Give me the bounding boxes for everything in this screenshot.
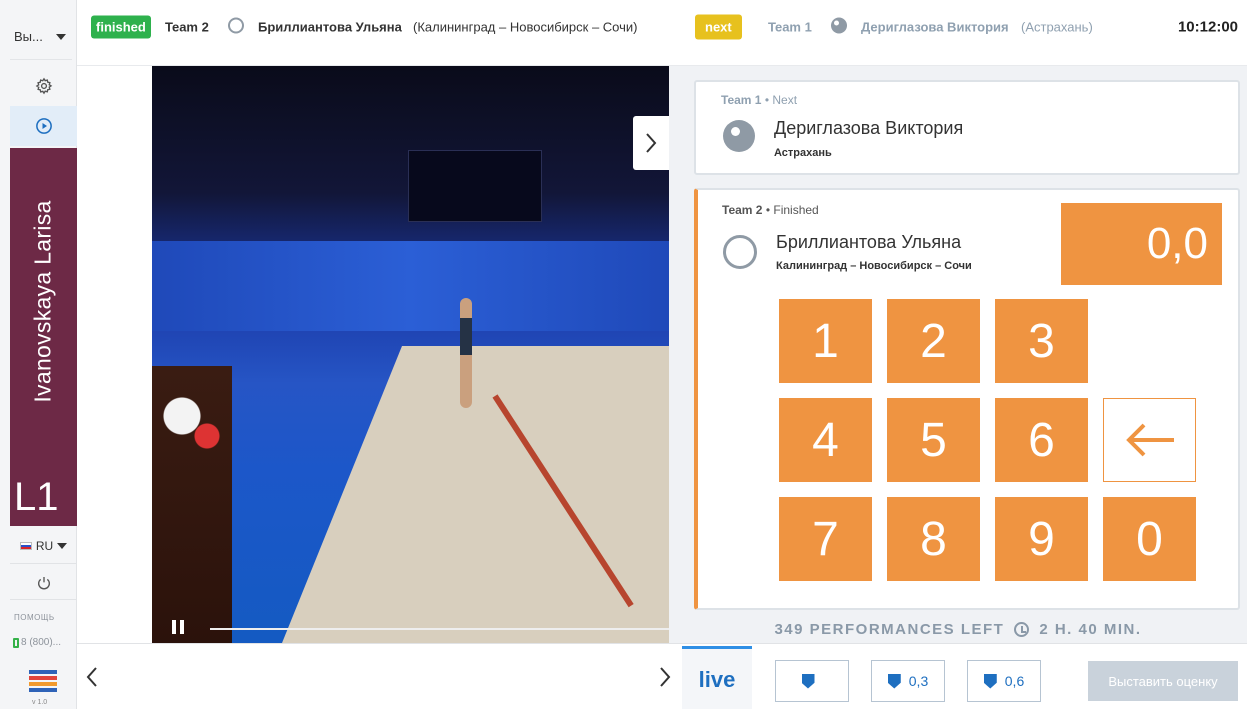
- hoop-icon: [723, 235, 757, 269]
- bottom-toolbar: live 0,3 0,6 Выставить оценку: [77, 643, 1247, 709]
- phone-icon: [13, 637, 19, 648]
- keypad-key-0[interactable]: 0: [1103, 497, 1196, 581]
- penalty-label: 0,6: [1004, 673, 1025, 689]
- video-controls: [152, 613, 669, 643]
- keypad-key-4[interactable]: 4: [779, 398, 872, 482]
- score-display: 0,0: [1061, 203, 1222, 285]
- settings-button[interactable]: [10, 66, 77, 106]
- current-card-name: Бриллиантова Ульяна: [776, 232, 962, 252]
- clock-icon: [1014, 622, 1030, 637]
- next-gymnast-city: (Астрахань): [1021, 19, 1093, 35]
- keypad-key-6[interactable]: 6: [995, 398, 1088, 482]
- ball-icon: [831, 17, 847, 37]
- chevron-left-icon: [86, 667, 97, 687]
- video-player[interactable]: [152, 66, 669, 643]
- arrow-left-icon: [1125, 423, 1174, 457]
- judge-app: Вы... Ivanovskaya Larisa L1 RU ПОМОЩЬ 8 …: [0, 0, 1247, 709]
- next-badge: next: [695, 14, 742, 40]
- video-frame-flowers: [152, 366, 232, 643]
- next-card-team: Team 1: [721, 93, 762, 107]
- help-phone-number: 8 (800)...: [21, 637, 62, 648]
- next-button[interactable]: [650, 644, 680, 709]
- app-logo: [29, 670, 57, 694]
- keypad-key-1[interactable]: 1: [779, 299, 872, 383]
- chevron-right-icon: [660, 667, 671, 687]
- next-card-name: Дериглазова Виктория: [774, 118, 964, 138]
- video-frame-scoreboard: [408, 150, 542, 222]
- russia-flag-icon: [19, 541, 32, 550]
- penalty-button-0-3[interactable]: 0,3: [871, 660, 945, 702]
- finished-badge: finished: [91, 15, 151, 39]
- logout-button[interactable]: [10, 566, 77, 600]
- sidebar: Вы... Ivanovskaya Larisa L1 RU ПОМОЩЬ 8 …: [0, 0, 77, 709]
- competition-selector[interactable]: Вы...: [10, 14, 72, 60]
- language-selector[interactable]: RU: [10, 528, 77, 564]
- next-gymnast-card: Team 1 • Next Дериглазова Виктория Астра…: [694, 80, 1240, 175]
- help-label: ПОМОЩЬ: [14, 613, 55, 622]
- keypad-key-2[interactable]: 2: [887, 299, 980, 383]
- video-next-button[interactable]: [633, 116, 669, 170]
- shield-icon: [887, 673, 901, 689]
- video-progress-bar[interactable]: [210, 628, 669, 630]
- judge-band: Ivanovskaya Larisa L1: [10, 148, 77, 526]
- submit-score-button[interactable]: Выставить оценку: [1088, 661, 1238, 701]
- chevron-right-icon: [646, 133, 657, 153]
- performance-status-bar: finished Team 2 Бриллиантова Ульяна (Кал…: [77, 0, 1247, 66]
- current-card-status: Finished: [773, 203, 819, 217]
- shield-icon: [983, 673, 997, 689]
- scoring-panel: Team 1 • Next Дериглазова Виктория Астра…: [669, 66, 1247, 643]
- video-frame-gymnast: [460, 298, 472, 408]
- clock: 10:12:00: [1177, 18, 1238, 36]
- language-label: RU: [35, 538, 54, 553]
- app-version: v 1.0: [32, 699, 48, 706]
- finished-gymnast-name: Бриллиантова Ульяна: [258, 19, 402, 35]
- penalty-label: 0,3: [908, 673, 929, 689]
- competition-selector-label: Вы...: [14, 29, 43, 44]
- keypad-key-5[interactable]: 5: [887, 398, 980, 482]
- finished-gymnast-city: (Калининград – Новосибирск – Сочи): [413, 19, 638, 35]
- previous-button[interactable]: [77, 644, 107, 709]
- ball-icon: [723, 120, 755, 152]
- next-card-city: Астрахань: [774, 147, 832, 159]
- tab-live[interactable]: live: [682, 646, 752, 709]
- current-card-label: Team 2 • Finished: [722, 203, 819, 217]
- keypad-key-8[interactable]: 8: [887, 497, 980, 581]
- next-card-label: Team 1 • Next: [721, 93, 797, 107]
- current-card-city: Калининград – Новосибирск – Сочи: [776, 260, 972, 272]
- gear-icon: [35, 77, 52, 95]
- live-mode-button[interactable]: [10, 106, 77, 146]
- remaining-info: 349 PERFORMANCES LEFT 2 H. 40 MIN.: [669, 616, 1247, 643]
- keypad-key-7[interactable]: 7: [779, 497, 872, 581]
- power-icon: [37, 576, 50, 589]
- backspace-button[interactable]: [1103, 398, 1196, 482]
- video-frame-floor: [280, 346, 669, 643]
- next-team: Team 1: [768, 19, 812, 35]
- judge-name-text: Ivanovskaya Larisa: [29, 200, 56, 403]
- keypad-key-3[interactable]: 3: [995, 299, 1088, 383]
- current-card-team: Team 2: [722, 203, 763, 217]
- performances-left: 349 PERFORMANCES LEFT: [774, 621, 1005, 638]
- keypad-key-9[interactable]: 9: [995, 497, 1088, 581]
- chevron-down-icon: [56, 33, 66, 40]
- next-card-status: Next: [772, 93, 798, 107]
- play-circle-icon: [35, 118, 52, 134]
- next-gymnast-name: Дериглазова Виктория: [861, 19, 1009, 35]
- finished-team: Team 2: [165, 19, 209, 35]
- help-phone[interactable]: 8 (800)...: [13, 637, 61, 648]
- time-left: 2 H. 40 MIN.: [1039, 621, 1142, 638]
- penalty-button[interactable]: [775, 660, 849, 702]
- shield-icon: [801, 673, 815, 689]
- penalty-button-0-6[interactable]: 0,6: [967, 660, 1041, 702]
- hoop-icon: [228, 17, 244, 37]
- judge-code: L1: [14, 475, 59, 519]
- video-frame: [152, 241, 669, 331]
- current-gymnast-card: Team 2 • Finished Бриллиантова Ульяна Ка…: [694, 188, 1240, 610]
- pause-icon[interactable]: [172, 620, 184, 634]
- chevron-down-icon: [57, 542, 68, 549]
